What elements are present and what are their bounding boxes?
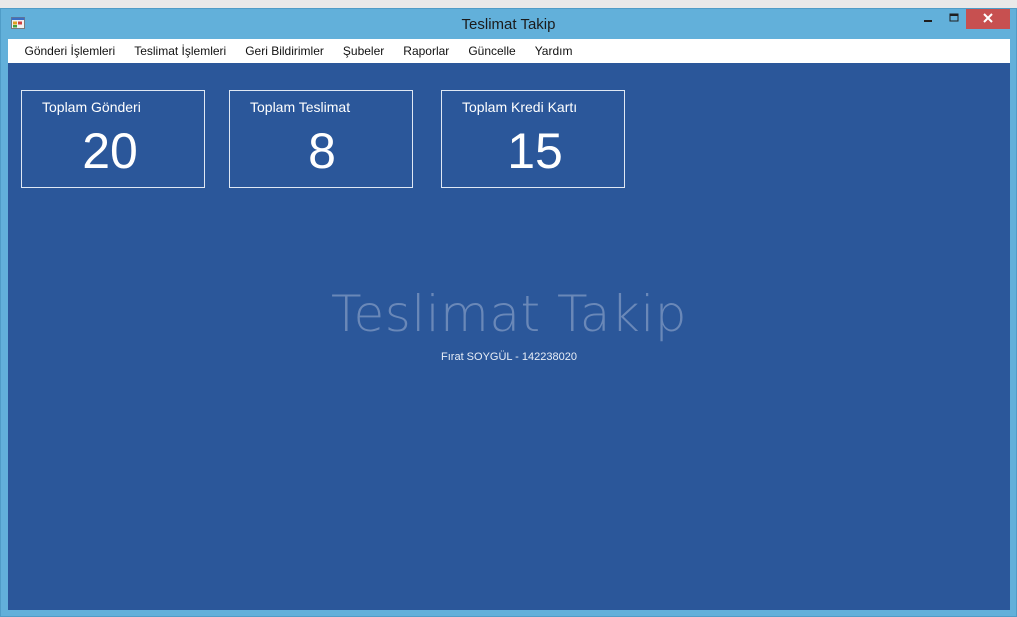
- screen-top-strip: [0, 0, 1017, 8]
- minimize-button[interactable]: [915, 9, 941, 29]
- stat-card-toplam-gonderi: Toplam Gönderi 20: [21, 90, 205, 188]
- menu-teslimat-islemleri[interactable]: Teslimat İşlemleri: [125, 44, 236, 58]
- window-title: Teslimat Takip: [461, 16, 556, 33]
- author-label: Fırat SOYGÜL - 142238020: [441, 351, 577, 363]
- menu-subeler[interactable]: Şubeler: [333, 44, 393, 58]
- stat-value: 20: [82, 123, 138, 179]
- main-panel: Toplam Gönderi 20 Toplam Teslimat 8 Topl…: [8, 63, 1010, 610]
- menu-gonderi-islemleri[interactable]: Gönderi İşlemleri: [15, 44, 125, 58]
- stat-card-toplam-kredi-karti: Toplam Kredi Kartı 15: [441, 90, 625, 188]
- menu-geri-bildirimler[interactable]: Geri Bildirimler: [236, 44, 334, 58]
- close-icon: [982, 10, 994, 28]
- stat-value: 8: [308, 123, 336, 179]
- menu-raporlar[interactable]: Raporlar: [394, 44, 459, 58]
- maximize-icon: [949, 10, 959, 28]
- minimize-icon: [923, 10, 933, 28]
- menu-bar: Gönderi İşlemleri Teslimat İşlemleri Ger…: [8, 39, 1010, 63]
- menu-guncelle[interactable]: Güncelle: [459, 44, 525, 58]
- stat-label: Toplam Kredi Kartı: [462, 99, 578, 115]
- maximize-button[interactable]: [941, 9, 967, 29]
- watermark-title: Teslimat Takip: [331, 285, 687, 343]
- menu-yardim[interactable]: Yardım: [525, 44, 582, 58]
- stat-value: 15: [507, 123, 563, 179]
- stat-label: Toplam Teslimat: [250, 99, 351, 115]
- stat-label: Toplam Gönderi: [42, 99, 141, 115]
- close-button[interactable]: [966, 9, 1010, 29]
- title-bar[interactable]: Teslimat Takip: [1, 9, 1016, 39]
- app-window: Teslimat Takip Gönderi İşlemleri Teslima…: [0, 8, 1017, 617]
- stat-card-toplam-teslimat: Toplam Teslimat 8: [229, 90, 413, 188]
